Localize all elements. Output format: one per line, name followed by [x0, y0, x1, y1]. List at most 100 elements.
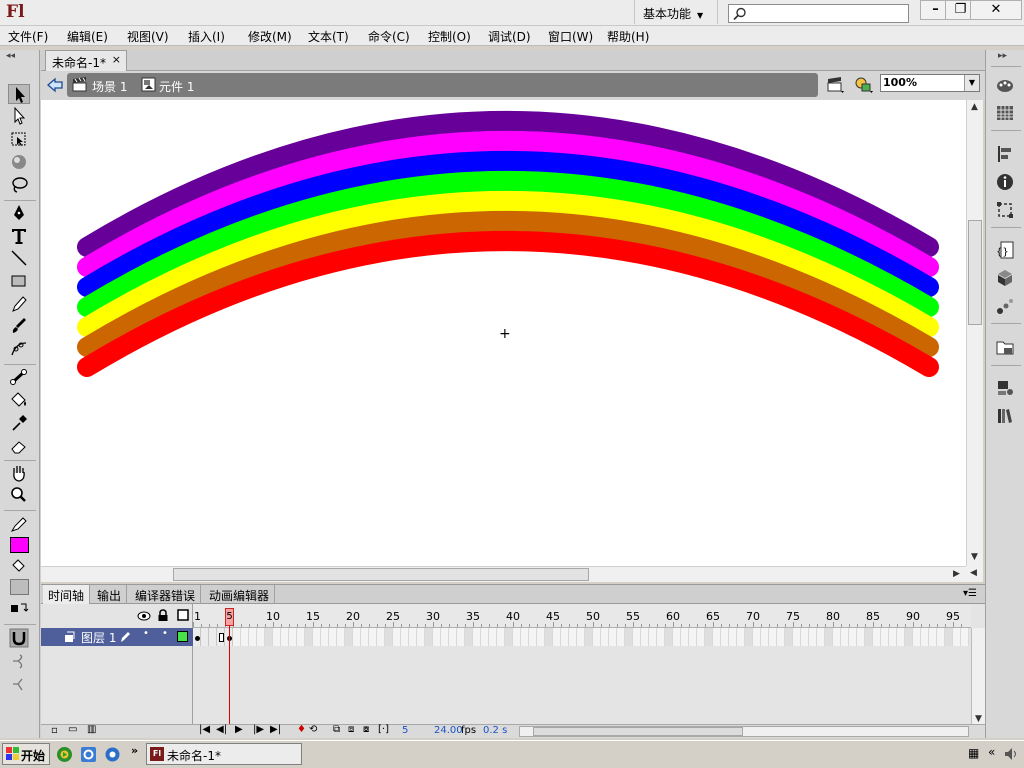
step-forward-icon[interactable]: |▶ [253, 724, 264, 735]
frame-cell[interactable] [449, 628, 457, 646]
frame-cell[interactable] [801, 628, 809, 646]
menu-debug[interactable]: 调试(D) [488, 28, 531, 45]
breadcrumb-symbol[interactable]: 元件 1 [159, 78, 194, 95]
frame-cell[interactable] [521, 628, 529, 646]
frame-cell[interactable] [513, 628, 521, 646]
tab-motion-editor[interactable]: 动画编辑器 [204, 585, 276, 604]
frame-cell[interactable] [681, 628, 689, 646]
expand-icon[interactable]: ▸▸ [998, 51, 1007, 61]
frame-cell[interactable] [889, 628, 897, 646]
search-input[interactable] [728, 4, 909, 23]
frame-cell[interactable] [729, 628, 737, 646]
frame-cell[interactable] [385, 628, 393, 646]
frame-strip[interactable] [193, 628, 971, 646]
line-tool[interactable] [8, 248, 30, 268]
timeline-vertical-scrollbar[interactable]: ▼ [971, 628, 985, 724]
layer-color-swatch[interactable] [177, 631, 188, 642]
frame-cell[interactable] [705, 628, 713, 646]
actions-code-icon[interactable]: {} [995, 240, 1015, 260]
menu-help[interactable]: 帮助(H) [607, 28, 649, 45]
frame-ruler[interactable]: 15101520253035404550556065707580859095 [193, 604, 971, 628]
frame-cell[interactable] [849, 628, 857, 646]
frame-cell[interactable] [409, 628, 417, 646]
frame-cell[interactable] [209, 628, 217, 646]
layer-name[interactable]: 图层 1 [81, 629, 116, 646]
status-elapsed-time[interactable]: 0.2 s [483, 725, 507, 736]
frame-cell[interactable] [329, 628, 337, 646]
panel-menu-icon[interactable]: ▾☰ [963, 588, 977, 599]
brush-tool[interactable] [8, 316, 30, 336]
fill-color-swatch[interactable] [10, 537, 29, 553]
delete-layer-icon[interactable]: ▥ [87, 724, 96, 735]
settings-gear-icon[interactable] [104, 746, 121, 763]
frame-cell[interactable] [433, 628, 441, 646]
quicklaunch-more-icon[interactable]: » [131, 744, 138, 757]
frame-cell[interactable] [913, 628, 921, 646]
frame-cell[interactable] [401, 628, 409, 646]
frame-cell[interactable] [361, 628, 369, 646]
frame-cell[interactable] [593, 628, 601, 646]
onion-outline-icon[interactable]: ⧈ [348, 724, 354, 735]
status-current-frame[interactable]: 5 [402, 725, 408, 736]
stage-vertical-scrollbar[interactable]: ▲ ▼ [966, 100, 983, 566]
frame-cell[interactable] [617, 628, 625, 646]
go-to-first-frame-icon[interactable]: |◀ [199, 724, 210, 735]
free-transform-tool[interactable] [8, 129, 30, 149]
menu-edit[interactable]: 编辑(E) [67, 28, 108, 45]
zoom-select[interactable]: 100% ▼ [880, 74, 980, 92]
frame-cell[interactable] [633, 628, 641, 646]
scroll-down-icon[interactable]: ▼ [975, 714, 982, 724]
frame-cell[interactable] [441, 628, 449, 646]
zoom-tool[interactable] [8, 485, 30, 505]
layer-row[interactable]: 图层 1 • • [41, 628, 193, 646]
frame-cell[interactable] [929, 628, 937, 646]
frame-cell[interactable] [257, 628, 265, 646]
menu-view[interactable]: 视图(V) [127, 28, 169, 45]
frame-cell[interactable] [417, 628, 425, 646]
frame-cell[interactable] [545, 628, 553, 646]
straighten-option[interactable] [8, 674, 30, 694]
timeline-scroll-thumb[interactable] [533, 727, 743, 736]
frame-cell[interactable] [353, 628, 361, 646]
smooth-option[interactable] [8, 651, 30, 671]
frame-cell[interactable] [601, 628, 609, 646]
frame-cell[interactable] [761, 628, 769, 646]
swatches-grid-icon[interactable] [995, 103, 1015, 123]
bone-tool[interactable] [8, 367, 30, 387]
keyboard-icon[interactable]: ▦ [968, 746, 979, 760]
lock-icon[interactable] [157, 609, 169, 622]
books-library-icon[interactable] [995, 406, 1015, 426]
frame-cell[interactable] [561, 628, 569, 646]
frame-cell[interactable] [393, 628, 401, 646]
modify-markers-icon[interactable]: [·] [378, 724, 389, 735]
selection-tool[interactable] [8, 84, 30, 104]
frame-cell[interactable] [793, 628, 801, 646]
eye-icon[interactable] [137, 610, 151, 622]
frame-cell[interactable] [857, 628, 865, 646]
eraser-tool[interactable] [8, 436, 30, 456]
menu-file[interactable]: 文件(F) [8, 28, 48, 45]
new-folder-icon[interactable]: ▭ [68, 724, 77, 735]
lock-dot[interactable]: • [162, 628, 168, 639]
hand-tool[interactable] [8, 463, 30, 483]
scroll-down-icon[interactable]: ▼ [971, 552, 978, 562]
stage-horizontal-scrollbar[interactable]: ▶ [41, 566, 966, 582]
stroke-swatch[interactable] [10, 579, 29, 595]
scroll-right-icon[interactable]: ▶ [953, 569, 960, 579]
frame-end-marker[interactable] [219, 633, 224, 642]
symbol-icon[interactable] [141, 77, 156, 92]
lasso-tool[interactable] [8, 175, 30, 195]
frame-cell[interactable] [697, 628, 705, 646]
frame-cell[interactable] [265, 628, 273, 646]
frame-cell[interactable] [249, 628, 257, 646]
frame-cell[interactable] [873, 628, 881, 646]
frame-cell[interactable] [881, 628, 889, 646]
menu-text[interactable]: 文本(T) [308, 28, 349, 45]
frame-cell[interactable] [297, 628, 305, 646]
frame-cell[interactable] [689, 628, 697, 646]
frame-cell[interactable] [945, 628, 953, 646]
frame-cell[interactable] [321, 628, 329, 646]
frame-cell[interactable] [721, 628, 729, 646]
frame-cell[interactable] [537, 628, 545, 646]
frame-cell[interactable] [777, 628, 785, 646]
